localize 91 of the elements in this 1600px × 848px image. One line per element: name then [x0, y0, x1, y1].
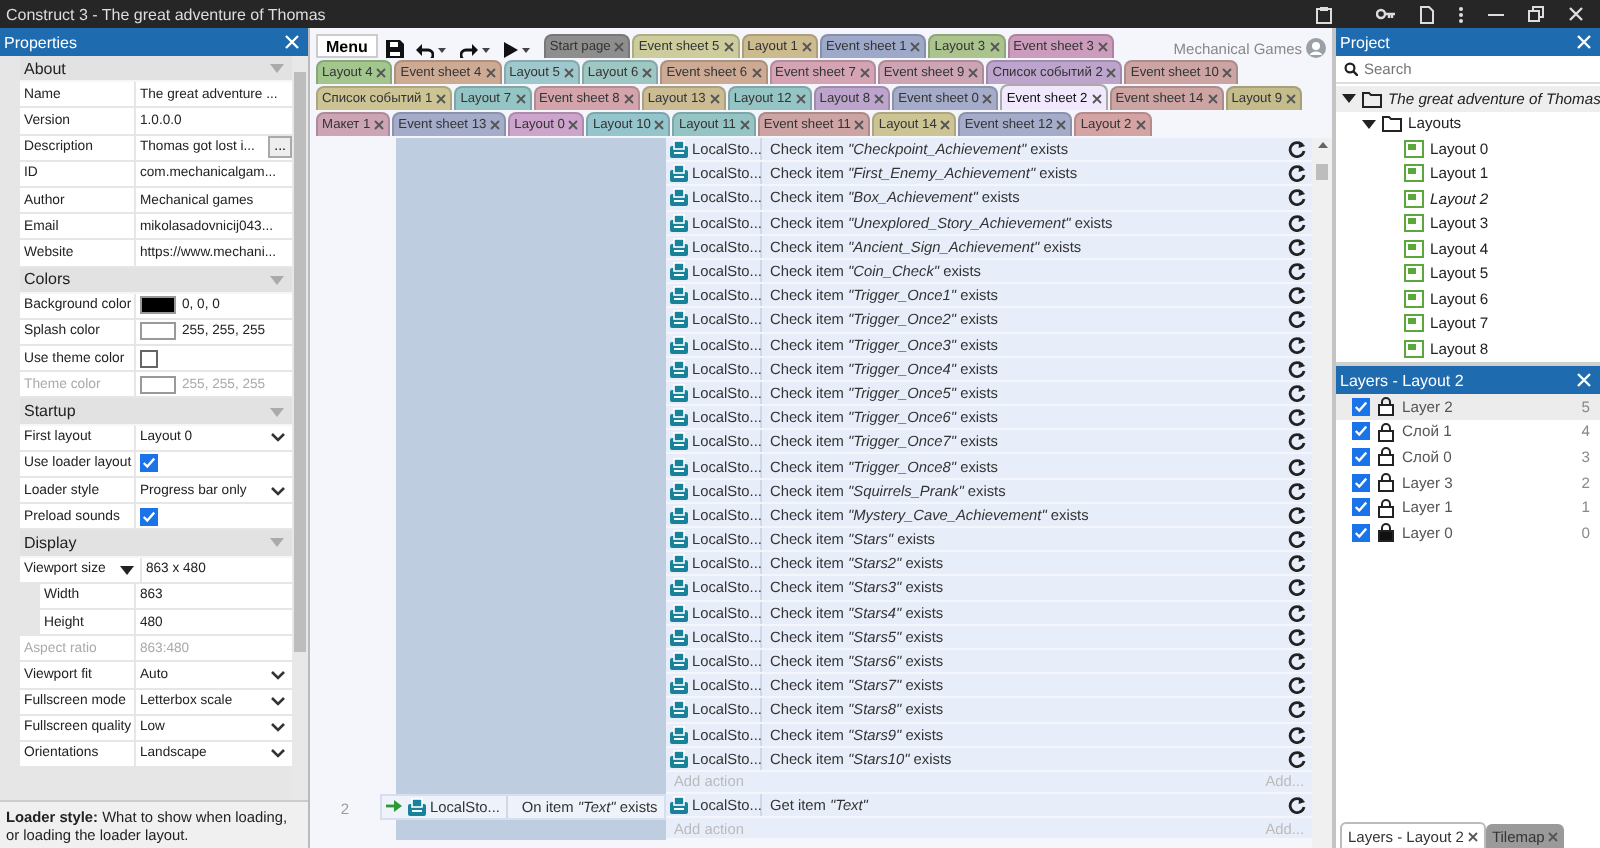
chevron-down-icon[interactable] [270, 430, 286, 445]
checkbox[interactable] [1352, 498, 1370, 517]
storage-icon [670, 457, 688, 476]
storage-icon [670, 578, 688, 597]
storage-icon [670, 335, 688, 354]
storage-icon [670, 213, 688, 232]
storage-icon [670, 481, 688, 500]
section-title: Colors [24, 270, 71, 289]
lock-icon[interactable] [1378, 497, 1394, 518]
storage-icon [670, 700, 688, 719]
checkbox[interactable] [1352, 473, 1370, 492]
section-header[interactable]: Display [20, 530, 292, 558]
expand-triangle-icon[interactable] [1342, 92, 1356, 105]
storage-icon [670, 310, 688, 329]
storage-icon [670, 749, 688, 768]
checkbox[interactable] [1352, 422, 1370, 441]
lock-icon[interactable] [1378, 446, 1394, 467]
section-title: Startup [24, 402, 76, 421]
storage-icon [670, 164, 688, 183]
caret-icon[interactable] [437, 48, 448, 54]
lock-icon[interactable] [1378, 396, 1394, 417]
storage-icon [670, 554, 688, 573]
arrow-right-icon [386, 800, 402, 813]
restore-icon[interactable] [1528, 6, 1544, 22]
checkbox[interactable] [140, 507, 158, 526]
chevron-down-icon[interactable] [270, 483, 286, 498]
panel-title: Layers - Layout 2 [1340, 371, 1464, 389]
storage-icon [670, 432, 688, 451]
checkbox[interactable] [1352, 523, 1370, 542]
key-icon[interactable] [1376, 8, 1396, 20]
layout-icon [1404, 139, 1424, 158]
refresh-icon [1288, 795, 1306, 814]
window-title: Construct 3 - The great adventure of Thomas [6, 5, 326, 23]
section-title: Display [24, 533, 77, 552]
lock-icon[interactable] [1378, 421, 1394, 442]
close-icon[interactable] [1467, 831, 1478, 841]
layout-icon [1404, 289, 1424, 308]
storage-icon [670, 262, 688, 281]
section-title: About [24, 59, 66, 78]
storage-icon [670, 286, 688, 305]
avatar-icon[interactable] [1306, 38, 1326, 58]
storage-icon [670, 603, 688, 622]
section-header[interactable]: Startup [20, 398, 292, 426]
storage-icon [670, 652, 688, 671]
checkbox[interactable] [140, 349, 158, 368]
storage-icon [670, 188, 688, 207]
scrollbar-thumb[interactable] [294, 72, 306, 652]
color-swatch[interactable] [140, 322, 176, 341]
panel-title: Project [1340, 33, 1390, 51]
layout-icon [1404, 164, 1424, 183]
expand-triangle-icon[interactable] [120, 563, 134, 576]
checkbox[interactable] [140, 454, 158, 473]
storage-icon [670, 627, 688, 646]
storage-icon [670, 237, 688, 256]
redo-icon[interactable] [459, 44, 478, 58]
close-icon[interactable] [1091, 93, 1102, 103]
lock-icon[interactable] [1378, 472, 1394, 493]
menu-button[interactable]: Menu [316, 34, 378, 58]
caret-icon[interactable] [521, 47, 532, 53]
search-icon [1344, 62, 1358, 76]
save-icon[interactable] [385, 40, 404, 58]
storage-icon [670, 383, 688, 402]
storage-icon [670, 359, 688, 378]
play-icon[interactable] [503, 42, 518, 58]
layout-icon [1404, 264, 1424, 283]
section-header[interactable]: About [20, 56, 292, 83]
scrollbar-track[interactable] [1312, 138, 1332, 848]
layout-icon [1404, 239, 1424, 258]
layout-icon [1404, 189, 1424, 208]
panel-title: Properties [4, 33, 77, 51]
storage-icon [670, 725, 688, 744]
clipboard-icon[interactable] [1316, 5, 1332, 23]
scroll-up-icon[interactable] [1317, 142, 1327, 148]
expand-triangle-icon[interactable] [1362, 117, 1376, 130]
checkbox[interactable] [1352, 397, 1370, 416]
color-swatch[interactable] [140, 296, 176, 315]
caret-icon[interactable] [481, 48, 492, 54]
storage-icon [408, 797, 426, 816]
scrollbar-thumb[interactable] [1316, 164, 1328, 180]
storage-icon [670, 530, 688, 549]
storage-icon [670, 676, 688, 695]
scrollbar-track[interactable] [292, 56, 308, 800]
storage-icon [670, 408, 688, 427]
storage-icon [670, 505, 688, 524]
lock-icon[interactable] [1378, 522, 1394, 543]
layout-icon [1404, 314, 1424, 333]
kebab-menu-icon[interactable] [1458, 5, 1464, 23]
section-header[interactable]: Colors [20, 267, 292, 294]
checkbox[interactable] [1352, 447, 1370, 466]
layout-icon [1404, 214, 1424, 233]
document-icon[interactable] [1420, 5, 1434, 23]
